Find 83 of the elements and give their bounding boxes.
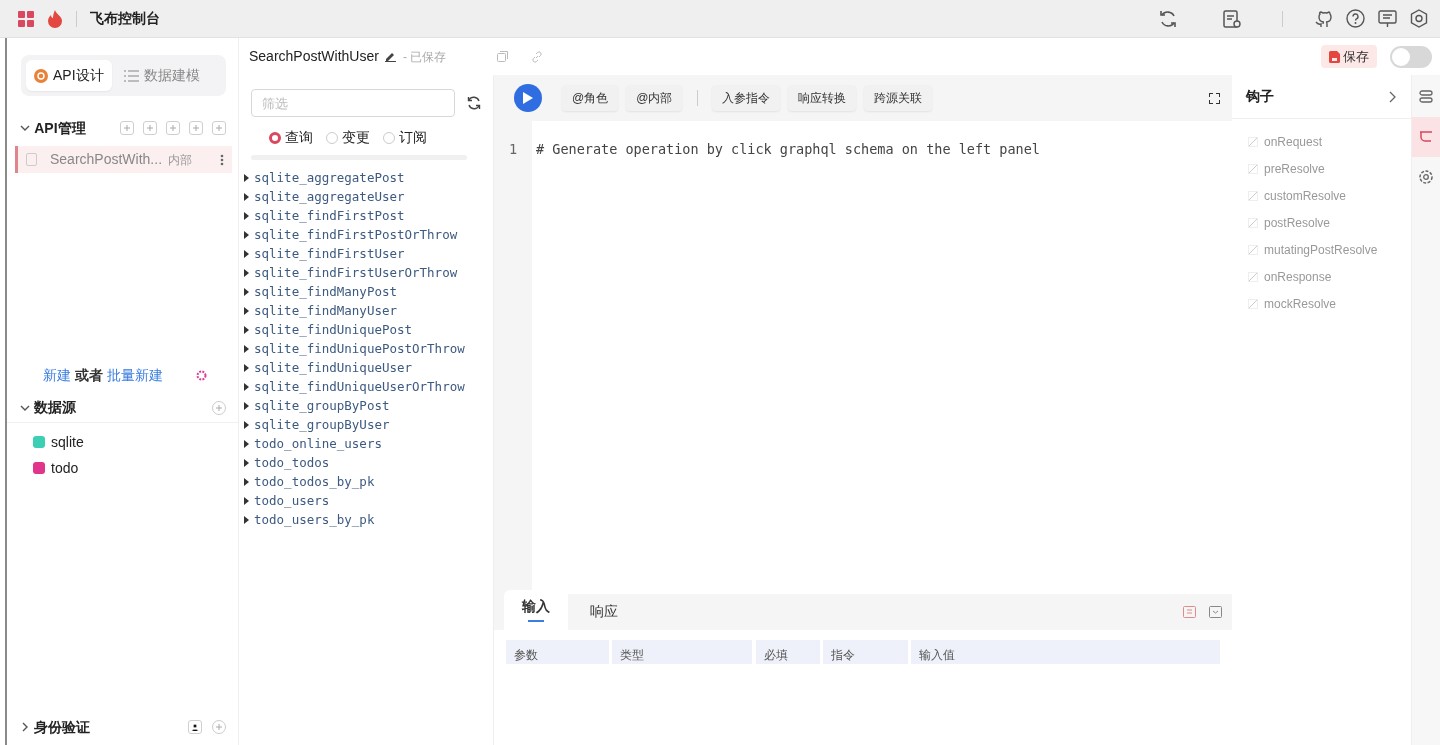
disabled-icon: [1248, 271, 1258, 282]
batch-new-link[interactable]: 批量新建: [107, 364, 163, 386]
toolbar-button[interactable]: 跨源关联: [864, 85, 933, 112]
datasource-item[interactable]: todo: [51, 457, 79, 479]
disabled-icon: [1248, 190, 1258, 201]
flame-icon[interactable]: [47, 9, 63, 28]
disabled-icon: [1248, 244, 1258, 255]
layers-icon: [1418, 89, 1434, 106]
schema-field[interactable]: sqlite_aggregateUser: [239, 187, 493, 207]
mode-tab[interactable]: API设计: [26, 60, 112, 91]
message-icon[interactable]: [1378, 9, 1397, 28]
file-icon: [26, 153, 37, 166]
play-icon: [523, 92, 533, 105]
operation-type-radio[interactable]: 查询: [269, 127, 313, 149]
schema-field[interactable]: todo_users_by_pk: [239, 510, 493, 530]
schema-field[interactable]: sqlite_findUniqueUserOrThrow: [239, 377, 493, 397]
panel-tab[interactable]: 响应: [572, 594, 636, 630]
column-header: 类型: [612, 639, 753, 664]
column-header: 指令: [822, 639, 908, 664]
save-status: - 已保存: [402, 48, 447, 66]
section-title: API管理: [34, 118, 86, 138]
datasource-item[interactable]: sqlite: [51, 431, 84, 453]
schema-field[interactable]: sqlite_groupByPost: [239, 396, 493, 416]
help-icon[interactable]: [1346, 9, 1365, 28]
settings-icon: [1418, 169, 1434, 186]
schema-field[interactable]: sqlite_findUniqueUser: [239, 358, 493, 378]
filter-field[interactable]: 筛选: [251, 89, 455, 118]
toolbar-button[interactable]: 响应转换: [788, 85, 857, 112]
schema-field[interactable]: sqlite_findManyPost: [239, 282, 493, 302]
schema-field[interactable]: todo_todos: [239, 453, 493, 473]
schema-field[interactable]: sqlite_aggregatePost: [239, 168, 493, 188]
toggle-switch[interactable]: [1390, 45, 1432, 68]
schema-field[interactable]: sqlite_findFirstUserOrThrow: [239, 263, 493, 283]
api-tag: 内部: [168, 150, 193, 169]
schema-field[interactable]: todo_todos_by_pk: [239, 472, 493, 492]
schema-field[interactable]: sqlite_findUniquePostOrThrow: [239, 339, 493, 359]
column-header: 输入值: [911, 639, 1220, 664]
schema-field[interactable]: sqlite_findFirstPostOrThrow: [239, 225, 493, 245]
list-icon: [123, 69, 139, 82]
operation-type-radio[interactable]: 变更: [326, 127, 370, 149]
edit-icon[interactable]: [385, 51, 397, 63]
schema-field[interactable]: sqlite_findFirstPost: [239, 206, 493, 226]
expand-icon[interactable]: [1209, 92, 1220, 104]
api-icon: [34, 68, 48, 83]
code-comment: # Generate operation by click graphql schema on the left panel: [536, 139, 1040, 159]
schema-field[interactable]: sqlite_groupByUser: [239, 415, 493, 435]
toolbar-button[interactable]: @角色: [562, 85, 619, 112]
hint-text: 或者: [75, 365, 103, 385]
schema-field[interactable]: sqlite_findFirstUser: [239, 244, 493, 264]
column-header: 参数: [506, 639, 609, 664]
disabled-icon: [1248, 136, 1258, 147]
schema-field[interactable]: todo_users: [239, 491, 493, 511]
disabled-icon: [1248, 298, 1258, 309]
screen-icon[interactable]: [1209, 605, 1222, 618]
run-button[interactable]: [514, 84, 542, 113]
api-name: SearchPostWith...: [50, 150, 163, 169]
app-title: 飞布控制台: [90, 9, 160, 28]
schema-field[interactable]: sqlite_findManyUser: [239, 301, 493, 321]
settings-icon[interactable]: [1410, 9, 1428, 28]
operation-type-radio[interactable]: 订阅: [383, 127, 427, 149]
section-title: 数据源: [34, 398, 77, 417]
panel-tab[interactable]: 输入: [504, 589, 568, 630]
disabled-icon: [1248, 163, 1258, 174]
save-icon: [1329, 50, 1340, 63]
section-title: 身份验证: [34, 717, 91, 737]
schema-field[interactable]: todo_online_users: [239, 434, 493, 454]
user-icon[interactable]: [188, 720, 202, 734]
flower-icon[interactable]: [195, 368, 208, 382]
github-icon[interactable]: [1315, 9, 1333, 28]
chevron-right-icon[interactable]: [1389, 90, 1397, 103]
new-link[interactable]: 新建: [43, 364, 71, 386]
toolbar-button[interactable]: @内部: [626, 85, 683, 112]
grid-icon[interactable]: [18, 10, 34, 27]
document-preview-icon[interactable]: [1222, 8, 1242, 29]
operation-name: SearchPostWithUser: [249, 47, 379, 67]
save-button[interactable]: 保存: [1321, 45, 1377, 69]
toolbar-button[interactable]: 入参指令: [712, 85, 781, 112]
disabled-icon: [1248, 217, 1258, 228]
panel-title: 钩子: [1246, 87, 1275, 107]
more-icon[interactable]: [220, 153, 224, 166]
panel-icon[interactable]: [1183, 605, 1196, 618]
schema-field[interactable]: sqlite_findUniquePost: [239, 320, 493, 340]
column-header: 必填: [755, 639, 820, 664]
